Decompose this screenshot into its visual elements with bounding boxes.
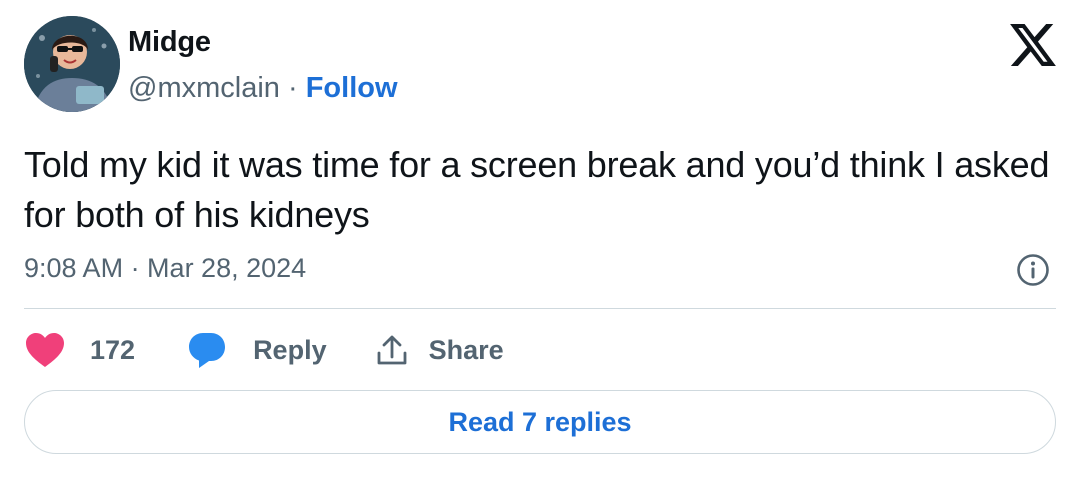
read-replies-button[interactable]: Read 7 replies [24, 390, 1056, 454]
divider [24, 308, 1056, 309]
action-bar: 172 Reply Share [24, 330, 504, 370]
handle-separator: · [287, 72, 298, 104]
reply-label: Reply [253, 334, 327, 365]
info-icon[interactable] [1016, 253, 1050, 287]
share-button[interactable]: Share [375, 333, 504, 367]
author-name[interactable]: Midge [128, 26, 211, 59]
share-label: Share [428, 334, 504, 365]
follow-button[interactable]: Follow [306, 72, 398, 104]
heart-icon [26, 333, 64, 367]
avatar[interactable] [24, 16, 120, 112]
like-count: 172 [90, 334, 136, 365]
speech-bubble-icon [189, 333, 226, 368]
x-logo-icon[interactable] [1010, 24, 1056, 66]
like-button[interactable]: 172 [24, 331, 135, 369]
share-upload-icon [377, 335, 406, 365]
tweet-timestamp[interactable]: 9:08 AM · Mar 28, 2024 [24, 253, 306, 284]
read-replies-label: Read 7 replies [448, 406, 632, 437]
author-handle[interactable]: @mxmclain [128, 72, 280, 104]
reply-button[interactable]: Reply [187, 331, 327, 369]
author-meta: @mxmclain · Follow [128, 72, 398, 105]
tweet-embed-card: Midge @mxmclain · Follow Told my kid it … [0, 0, 1084, 480]
tweet-text: Told my kid it was time for a screen bre… [24, 144, 1050, 235]
